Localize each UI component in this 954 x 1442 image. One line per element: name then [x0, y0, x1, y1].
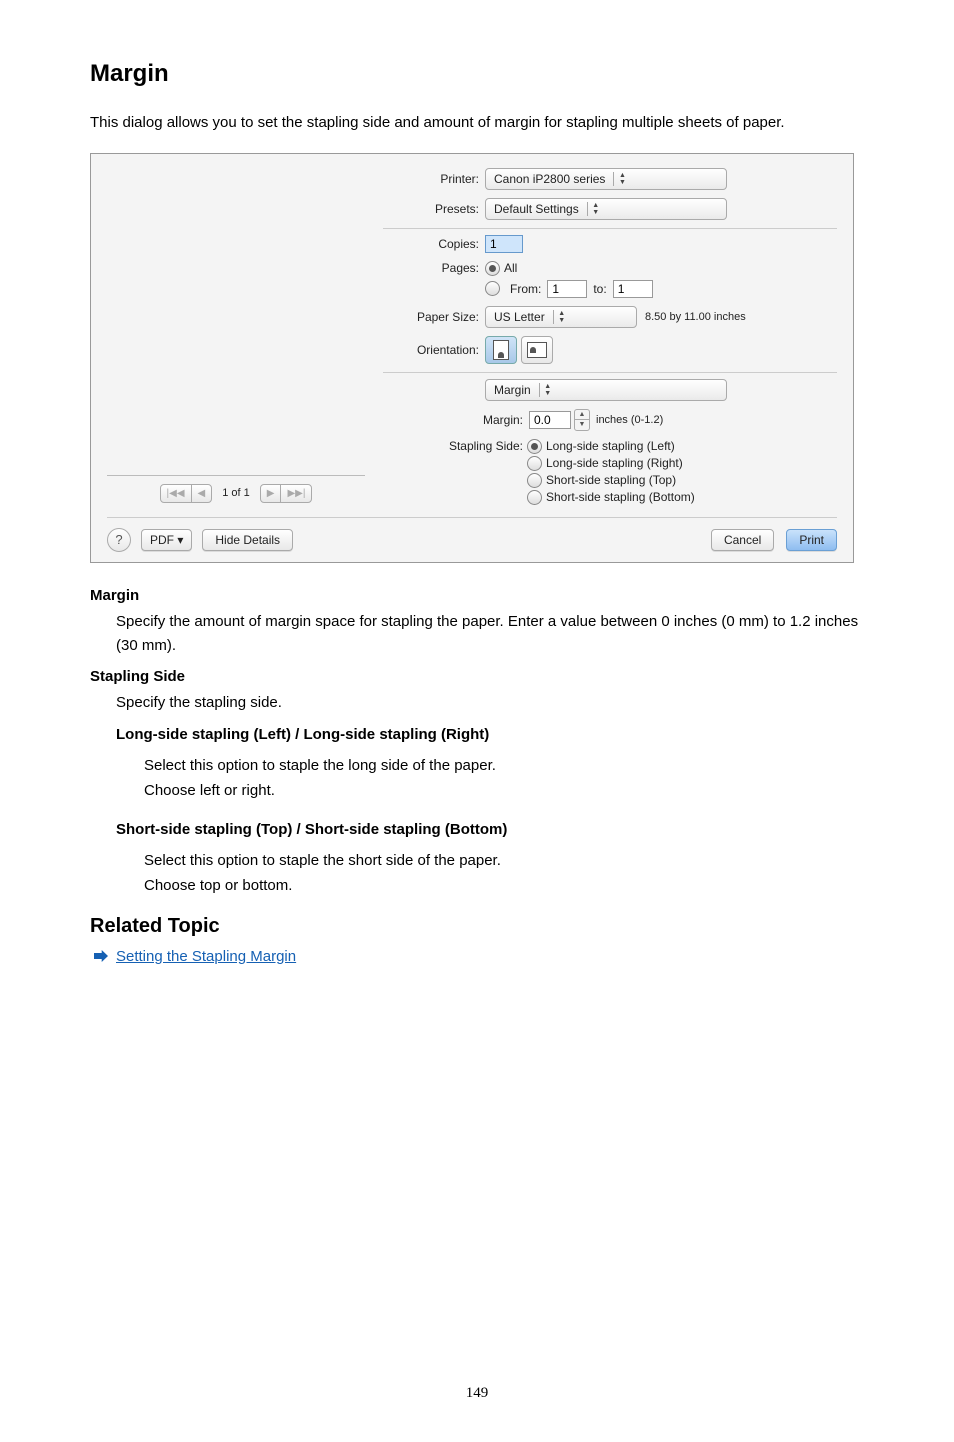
paper-size-select[interactable]: US Letter ▲▼ [485, 306, 637, 328]
orientation-landscape[interactable] [521, 336, 553, 364]
long-term: Long-side stapling (Left) / Long-side st… [116, 723, 864, 747]
margin-def: Specify the amount of margin space for s… [116, 610, 864, 658]
hide-details-button[interactable]: Hide Details [202, 529, 293, 551]
short-def2: Choose top or bottom. [144, 877, 292, 894]
copies-label: Copies: [383, 237, 485, 251]
printer-label: Printer: [383, 172, 485, 186]
preview-next-buttons[interactable]: ▶▶▶| [260, 484, 313, 503]
stapling-opt-1: Long-side stapling (Right) [546, 456, 683, 470]
related-link[interactable]: Setting the Stapling Margin [116, 948, 296, 965]
page-number: 149 [90, 1385, 864, 1402]
short-term: Short-side stapling (Top) / Short-side s… [116, 818, 864, 842]
stapling-opt-3: Short-side stapling (Bottom) [546, 490, 695, 504]
preview-page-indicator: 1 of 1 [222, 487, 250, 499]
margin-input[interactable] [529, 411, 571, 429]
arrow-icon [94, 950, 108, 962]
help-button[interactable]: ? [107, 528, 131, 552]
paper-dims: 8.50 by 11.00 inches [645, 311, 746, 323]
stapling-side-label: Stapling Side: [439, 439, 527, 453]
stapling-radio-2[interactable] [527, 473, 542, 488]
stapling-radio-0[interactable] [527, 439, 542, 454]
pages-range-radio[interactable] [485, 281, 500, 296]
cancel-button[interactable]: Cancel [711, 529, 774, 551]
margin-stepper[interactable]: ▲▼ [574, 409, 590, 431]
long-def1: Select this option to staple the long si… [144, 757, 496, 774]
pane-select[interactable]: Margin ▲▼ [485, 379, 727, 401]
related-topic-heading: Related Topic [90, 915, 864, 938]
orientation-portrait[interactable] [485, 336, 517, 364]
margin-term: Margin [90, 587, 864, 604]
intro-text: This dialog allows you to set the stapli… [90, 112, 864, 135]
paper-size-label: Paper Size: [383, 310, 485, 324]
margin-range: inches (0-1.2) [596, 414, 663, 426]
stapling-radio-3[interactable] [527, 490, 542, 505]
print-button[interactable]: Print [786, 529, 837, 551]
stapling-def: Specify the stapling side. [116, 694, 282, 711]
orientation-label: Orientation: [383, 343, 485, 357]
dialog-screenshot: |◀◀◀ 1 of 1 ▶▶▶| Printer: Canon iP2800 s… [90, 153, 854, 563]
short-def1: Select this option to staple the short s… [144, 852, 501, 869]
printer-select[interactable]: Canon iP2800 series ▲▼ [485, 168, 727, 190]
pages-from-input[interactable] [547, 280, 587, 298]
copies-input[interactable] [485, 235, 523, 253]
stapling-opt-0: Long-side stapling (Left) [546, 439, 675, 453]
stapling-radio-1[interactable] [527, 456, 542, 471]
preview-prev-buttons[interactable]: |◀◀◀ [160, 484, 213, 503]
page-title: Margin [90, 60, 864, 88]
margin-field-label: Margin: [383, 413, 529, 427]
pages-from-label: From: [510, 282, 541, 296]
pages-label: Pages: [383, 261, 485, 275]
pages-to-label: to: [593, 282, 606, 296]
pages-all-radio[interactable] [485, 261, 500, 276]
pages-to-input[interactable] [613, 280, 653, 298]
presets-select[interactable]: Default Settings ▲▼ [485, 198, 727, 220]
pdf-button[interactable]: PDF ▾ [141, 529, 192, 551]
long-def2: Choose left or right. [144, 782, 275, 799]
stapling-term: Stapling Side [90, 668, 864, 685]
presets-label: Presets: [383, 202, 485, 216]
pages-all-label: All [504, 261, 517, 275]
preview-pane: |◀◀◀ 1 of 1 ▶▶▶| [107, 168, 365, 507]
stapling-opt-2: Short-side stapling (Top) [546, 473, 676, 487]
